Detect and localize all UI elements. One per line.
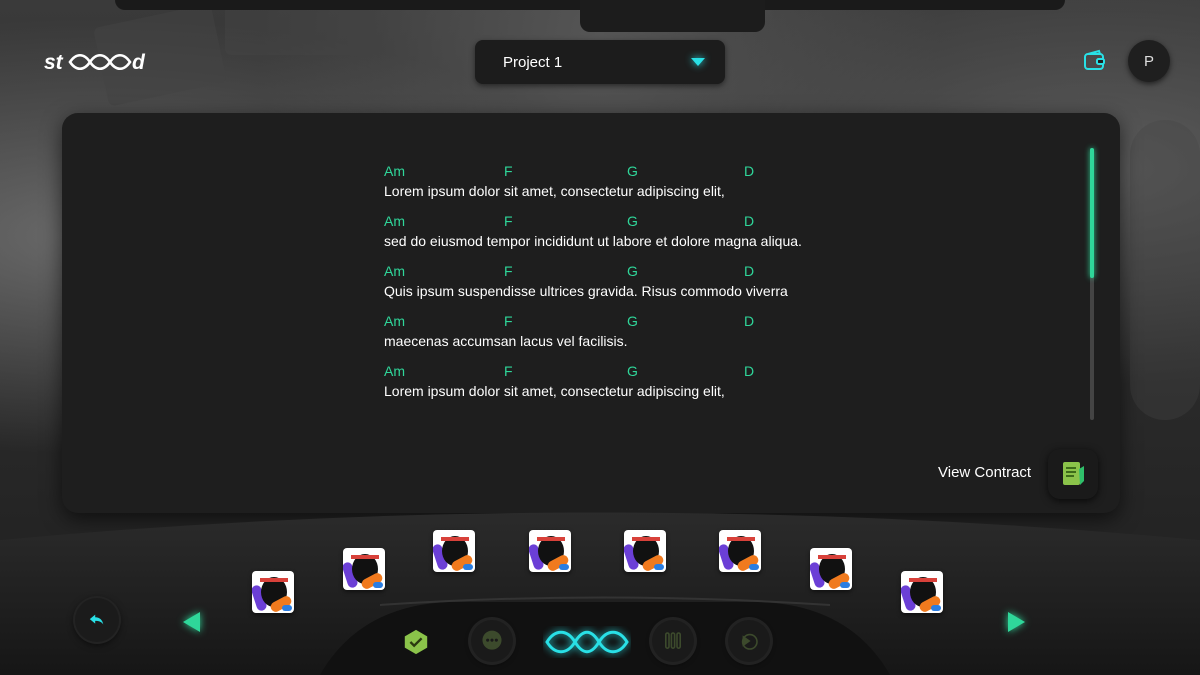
lyric-line: maecenas accumsan lacus vel facilisis. <box>384 333 628 349</box>
chord: Am <box>384 163 405 179</box>
album-cover[interactable] <box>719 530 761 572</box>
top-tab <box>580 0 765 32</box>
chat-bubble-icon <box>482 630 502 650</box>
chord: G <box>627 313 638 329</box>
chord: F <box>504 313 513 329</box>
chord: G <box>627 263 638 279</box>
lyrics-scrollbar[interactable] <box>1090 148 1094 420</box>
user-avatar[interactable]: P <box>1128 40 1170 82</box>
chord-row: Am F G D <box>384 211 944 231</box>
app-logo[interactable]: st d <box>44 48 154 76</box>
chord: Am <box>384 263 405 279</box>
hexagon-check-icon <box>404 629 428 655</box>
chord: D <box>744 163 755 179</box>
album-cover[interactable] <box>252 571 294 613</box>
wallet-icon <box>1084 49 1105 70</box>
media-nav-button[interactable] <box>728 620 770 662</box>
chord-row: Am F G D <box>384 261 944 281</box>
album-cover[interactable] <box>529 530 571 572</box>
chord: Am <box>384 313 405 329</box>
play-circle-icon <box>741 633 758 650</box>
chord: G <box>627 163 638 179</box>
chevron-down-icon <box>691 58 705 66</box>
chord: D <box>744 263 755 279</box>
chord: F <box>504 363 513 379</box>
chord: D <box>744 363 755 379</box>
chord: Am <box>384 363 405 379</box>
chord: G <box>627 363 638 379</box>
tools-nav-button[interactable] <box>652 620 694 662</box>
album-cover[interactable] <box>901 571 943 613</box>
carousel-prev-button[interactable] <box>183 612 200 632</box>
project-select[interactable]: Project 1 <box>475 40 725 84</box>
chord-row: Am F G D <box>384 161 944 181</box>
wallet-button[interactable] <box>1082 48 1108 74</box>
album-cover[interactable] <box>433 530 475 572</box>
lyrics-verse: Am F G D Lorem ipsum dolor sit amet, con… <box>384 361 944 411</box>
album-cover[interactable] <box>624 530 666 572</box>
infinity-icon <box>545 630 629 654</box>
lyrics-verse: Am F G D sed do eiusmod tempor incididun… <box>384 211 944 261</box>
album-cover[interactable] <box>810 548 852 590</box>
lyric-line: sed do eiusmod tempor incididunt ut labo… <box>384 233 802 249</box>
project-select-value: Project 1 <box>503 53 563 71</box>
background-debris <box>1130 120 1200 420</box>
chord: D <box>744 313 755 329</box>
lyric-line: Lorem ipsum dolor sit amet, consectetur … <box>384 383 725 399</box>
document-icon <box>1063 462 1084 485</box>
chord-row: Am F G D <box>384 311 944 331</box>
test-tubes-icon <box>665 632 681 649</box>
chord: Am <box>384 213 405 229</box>
chord: F <box>504 263 513 279</box>
lyrics-verse: Am F G D Quis ipsum suspendisse ultrices… <box>384 261 944 311</box>
svg-text:d: d <box>132 51 146 74</box>
lyrics-panel: Am F G D Lorem ipsum dolor sit amet, con… <box>62 113 1120 513</box>
lyrics-sheet: Am F G D Lorem ipsum dolor sit amet, con… <box>384 161 944 411</box>
stood-logo-icon: st d <box>44 51 146 74</box>
chord: F <box>504 213 513 229</box>
scrollbar-thumb[interactable] <box>1090 148 1094 278</box>
lyric-line: Quis ipsum suspendisse ultrices gravida.… <box>384 283 788 299</box>
carousel-next-button[interactable] <box>1008 612 1025 632</box>
chord-row: Am F G D <box>384 361 944 381</box>
view-contract-link[interactable]: View Contract <box>938 464 1031 481</box>
back-button[interactable] <box>75 598 119 642</box>
lyrics-verse: Am F G D Lorem ipsum dolor sit amet, con… <box>384 161 944 211</box>
album-cover[interactable] <box>343 548 385 590</box>
lyrics-verse: Am F G D maecenas accumsan lacus vel fac… <box>384 311 944 361</box>
svg-text:st: st <box>44 51 64 74</box>
home-nav-button[interactable] <box>543 626 631 658</box>
chat-nav-button[interactable] <box>471 620 513 662</box>
tasks-nav-button[interactable] <box>396 622 436 662</box>
chord: D <box>744 213 755 229</box>
lyric-line: Lorem ipsum dolor sit amet, consectetur … <box>384 183 725 199</box>
chord: F <box>504 163 513 179</box>
reply-icon <box>89 614 104 625</box>
view-contract-button[interactable] <box>1048 449 1098 499</box>
chord: G <box>627 213 638 229</box>
